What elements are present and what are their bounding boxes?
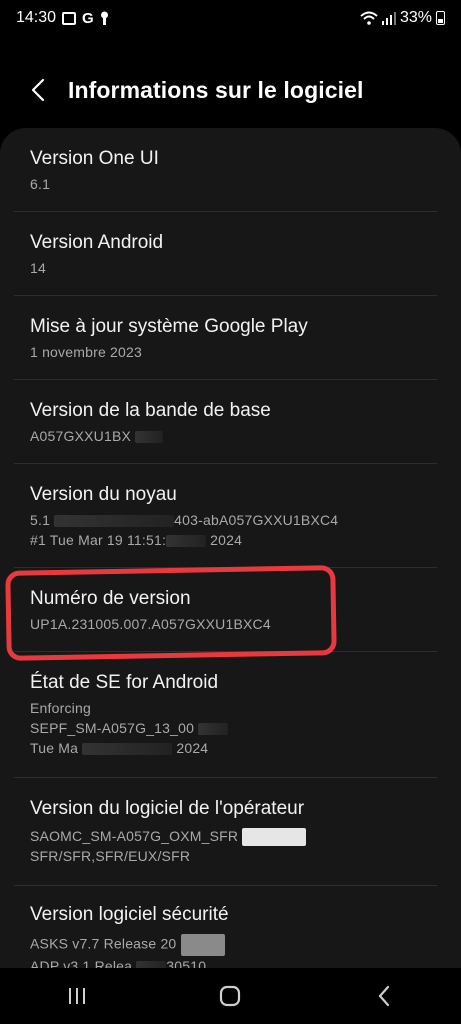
item-value: 1 novembre 2023	[30, 344, 142, 360]
item-title: Version One UI	[30, 148, 159, 169]
item-value: 5.1 403-abA057GXXU1BXC4	[30, 512, 339, 528]
status-time: 14:30	[16, 9, 57, 26]
redaction-box	[242, 828, 307, 847]
redaction-blur	[54, 515, 175, 528]
list-item-one-ui-version[interactable]: Version One UI 6.1	[0, 128, 461, 212]
item-value: A057GXXU1BX	[30, 428, 431, 444]
item-value: Tue Ma 2024	[30, 740, 209, 756]
wifi-icon	[360, 11, 378, 25]
nav-back-button[interactable]	[354, 968, 414, 1024]
back-button[interactable]	[10, 62, 66, 118]
item-value: ADP v3.1 Relea 30510	[30, 958, 431, 968]
item-value: 14	[30, 260, 46, 276]
list-item-baseband-version[interactable]: Version de la bande de base A057GXXU1BX	[0, 380, 461, 464]
status-left: 14:30 G	[16, 9, 109, 27]
item-title: Version du noyau	[30, 484, 177, 505]
list-item-security-software-version[interactable]: Version logiciel sécurité ASKS v7.7 Rele…	[0, 886, 461, 968]
redaction-blur	[82, 743, 173, 756]
item-value: SEPF_SM-A057G_13_00	[30, 720, 431, 736]
redaction-blur	[135, 431, 164, 444]
redaction-blur	[198, 723, 229, 736]
list-item-carrier-software-version[interactable]: Version du logiciel de l'opérateur SAOMC…	[0, 778, 461, 886]
item-value: SAOMC_SM-A057G_OXM_SFR	[30, 828, 431, 847]
page-title: Informations sur le logiciel	[68, 76, 364, 103]
item-value: ASKS v7.7 Release 20	[30, 934, 431, 956]
item-title: État de SE for Android	[30, 672, 219, 693]
status-bar: 14:30 G 33%	[0, 0, 461, 36]
list-item-android-version[interactable]: Version Android 14	[0, 212, 461, 296]
gallery-icon	[62, 11, 77, 25]
recents-icon	[68, 988, 85, 1004]
signal-icon	[381, 12, 396, 25]
home-icon	[220, 985, 241, 1007]
recents-button[interactable]	[47, 968, 107, 1024]
list-item-google-play-update[interactable]: Mise à jour système Google Play 1 novemb…	[0, 296, 461, 380]
navigation-bar	[0, 968, 461, 1024]
list-item-se-android-status[interactable]: État de SE for Android Enforcing SEPF_SM…	[0, 652, 461, 778]
keyhole-icon	[100, 11, 108, 25]
item-title: Version du logiciel de l'opérateur	[30, 798, 305, 819]
back-icon	[379, 985, 390, 1007]
item-title: Version Android	[30, 232, 164, 253]
app-header: Informations sur le logiciel	[0, 62, 461, 118]
list-item-build-number[interactable]: Numéro de version UP1A.231005.007.A057GX…	[0, 568, 461, 652]
item-title: Version de la bande de base	[30, 400, 271, 421]
back-chevron-icon	[31, 78, 45, 102]
item-value: SFR/SFR,SFR/EUX/SFR	[30, 848, 191, 865]
item-title: Version logiciel sécurité	[30, 904, 229, 925]
status-right: 33%	[360, 9, 445, 27]
battery-icon	[436, 11, 445, 25]
home-button[interactable]	[200, 968, 260, 1024]
item-value: #1 Tue Mar 19 11:51: 2024	[30, 532, 243, 548]
google-icon: G	[82, 9, 94, 27]
battery-percent: 33%	[399, 9, 432, 26]
item-title: Numéro de version	[30, 588, 191, 609]
item-value: 6.1	[30, 176, 51, 192]
redaction-blur	[166, 535, 207, 548]
redaction-box	[180, 934, 225, 956]
item-value: Enforcing	[30, 700, 91, 716]
item-title: Mise à jour système Google Play	[30, 316, 308, 337]
item-value: UP1A.231005.007.A057GXXU1BXC4	[30, 616, 271, 632]
software-info-list: Version One UI 6.1 Version Android 14 Mi…	[0, 128, 461, 968]
list-item-kernel-version[interactable]: Version du noyau 5.1 403-abA057GXXU1BXC4…	[0, 464, 461, 568]
redaction-blur	[136, 961, 167, 968]
